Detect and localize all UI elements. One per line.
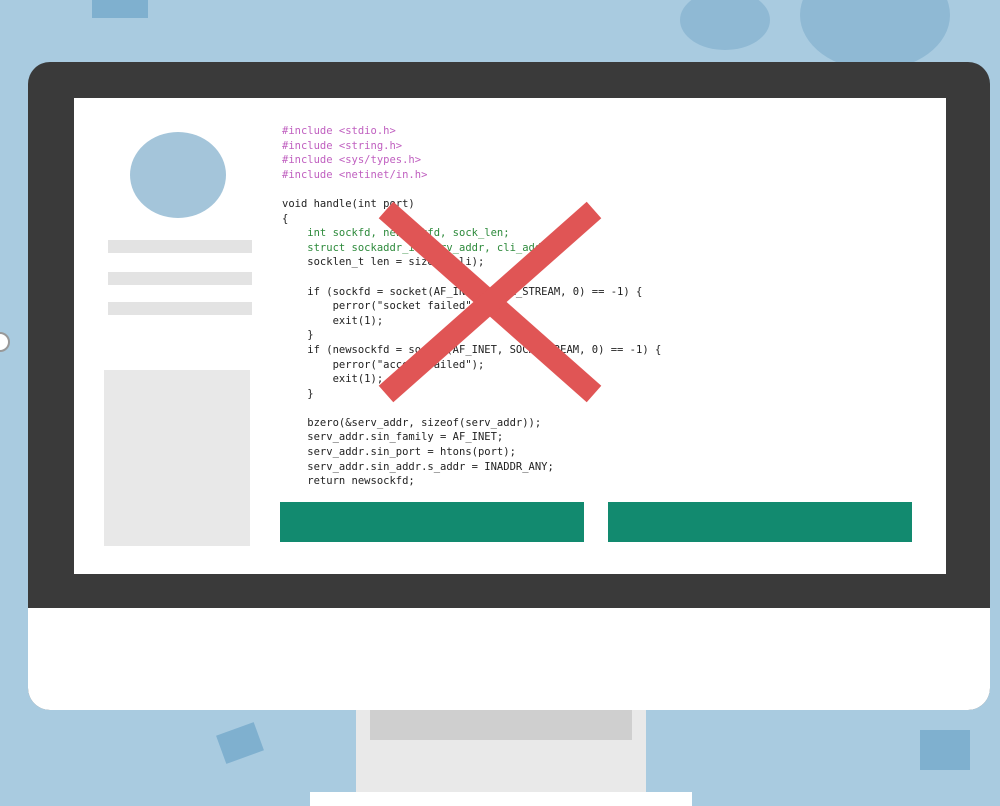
background-gear-icon <box>680 0 770 50</box>
background-chip <box>920 730 970 770</box>
background-chip <box>216 722 264 764</box>
background-gear-icon <box>800 0 950 70</box>
monitor: #include <stdio.h> #include <string.h> #in… <box>28 62 990 710</box>
monitor-stand-shadow <box>370 710 632 740</box>
monitor-chin <box>28 608 990 710</box>
monitor-base <box>310 792 692 806</box>
monitor-screen: #include <stdio.h> #include <string.h> #in… <box>74 98 946 574</box>
red-x-icon <box>378 201 602 403</box>
background-chip <box>92 0 148 18</box>
left-edge-handle <box>0 332 10 352</box>
